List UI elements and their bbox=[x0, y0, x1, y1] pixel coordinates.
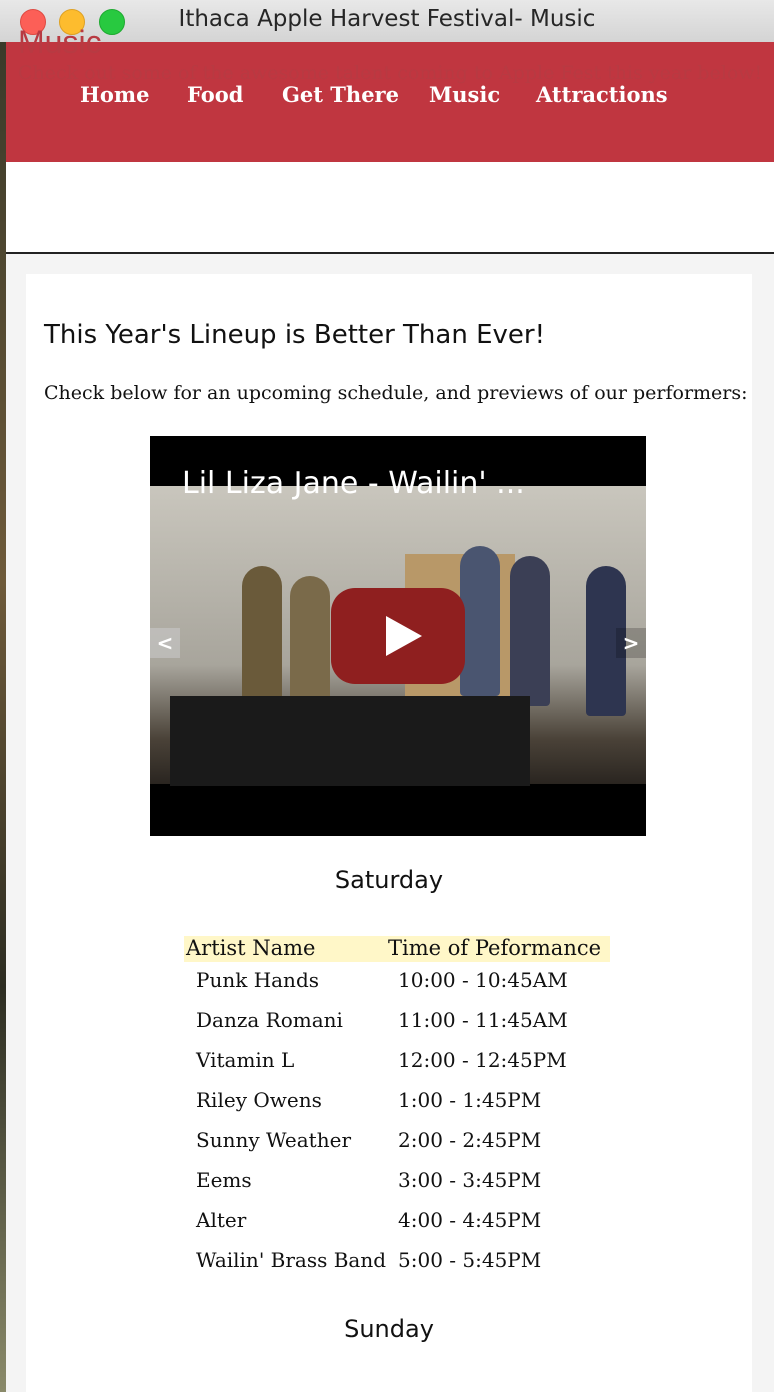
performance-time: 3:00 - 3:45PM bbox=[398, 1168, 542, 1192]
table-row: Riley Owens 1:00 - 1:45PM bbox=[184, 1088, 614, 1118]
table-row: Punk Hands 10:00 - 10:45AM bbox=[184, 968, 614, 998]
nav-item-music[interactable]: Music bbox=[429, 82, 500, 107]
main-content: This Year's Lineup is Better Than Ever! … bbox=[26, 274, 752, 1392]
artist-name: Punk Hands bbox=[196, 968, 320, 992]
nav-item-food[interactable]: Food bbox=[187, 82, 243, 107]
table-row: Vitamin L 12:00 - 12:45PM bbox=[184, 1048, 614, 1078]
column-header-time: Time of Peformance bbox=[388, 936, 602, 960]
nav-bar: Home Food Get There Music Attractions bbox=[6, 42, 774, 162]
nav-item-home[interactable]: Home bbox=[80, 82, 149, 107]
sunday-heading: Sunday bbox=[344, 1315, 434, 1343]
play-icon bbox=[386, 616, 422, 656]
carousel-next-button[interactable]: > bbox=[616, 628, 646, 658]
artist-name: Sunny Weather bbox=[196, 1128, 351, 1152]
performance-time: 10:00 - 10:45AM bbox=[398, 968, 568, 992]
video-player[interactable]: Lil Liza Jane - Wailin' ... < > bbox=[150, 436, 646, 836]
carousel-prev-button[interactable]: < bbox=[150, 628, 180, 658]
artist-name: Wailin' Brass Band bbox=[196, 1248, 387, 1272]
table-row: Sunny Weather 2:00 - 2:45PM bbox=[184, 1128, 614, 1158]
column-header-artist: Artist Name bbox=[186, 936, 316, 960]
table-row: Eems 3:00 - 3:45PM bbox=[184, 1168, 614, 1198]
performance-time: 1:00 - 1:45PM bbox=[398, 1088, 542, 1112]
saturday-heading: Saturday bbox=[334, 866, 444, 894]
performance-time: 2:00 - 2:45PM bbox=[398, 1128, 542, 1152]
artist-name: Vitamin L bbox=[196, 1048, 295, 1072]
artist-name: Riley Owens bbox=[196, 1088, 322, 1112]
thumbnail-performer bbox=[460, 546, 500, 696]
table-header: Artist Name Time of Peformance bbox=[184, 936, 610, 962]
thumbnail-performer bbox=[242, 566, 282, 716]
thumbnail-piano bbox=[170, 696, 530, 786]
nav-item-get-there[interactable]: Get There bbox=[282, 82, 399, 107]
header-spacer bbox=[6, 162, 774, 254]
artist-name: Danza Romani bbox=[196, 1008, 343, 1032]
table-row: Alter 4:00 - 4:45PM bbox=[184, 1208, 614, 1238]
table-row: Danza Romani 11:00 - 11:45AM bbox=[184, 1008, 614, 1038]
play-button[interactable] bbox=[331, 588, 465, 684]
intro-text: Check below for an upcoming schedule, an… bbox=[44, 382, 748, 404]
hero-subtitle: Check out some of the awesome talent com… bbox=[18, 62, 763, 84]
nav-item-attractions[interactable]: Attractions bbox=[536, 82, 668, 107]
page-heading: This Year's Lineup is Better Than Ever! bbox=[44, 320, 545, 350]
hero-title: Music bbox=[18, 24, 102, 60]
performance-time: 12:00 - 12:45PM bbox=[398, 1048, 567, 1072]
artist-name: Alter bbox=[196, 1208, 247, 1232]
performance-time: 5:00 - 5:45PM bbox=[398, 1248, 542, 1272]
video-title[interactable]: Lil Liza Jane - Wailin' ... bbox=[182, 466, 525, 501]
artist-name: Eems bbox=[196, 1168, 252, 1192]
thumbnail-performer bbox=[510, 556, 550, 706]
performance-time: 11:00 - 11:45AM bbox=[398, 1008, 568, 1032]
performance-time: 4:00 - 4:45PM bbox=[398, 1208, 542, 1232]
table-row: Wailin' Brass Band 5:00 - 5:45PM bbox=[184, 1248, 614, 1278]
window-title: Ithaca Apple Harvest Festival- Music bbox=[178, 6, 596, 32]
window-titlebar: Ithaca Apple Harvest Festival- Music bbox=[0, 0, 774, 43]
